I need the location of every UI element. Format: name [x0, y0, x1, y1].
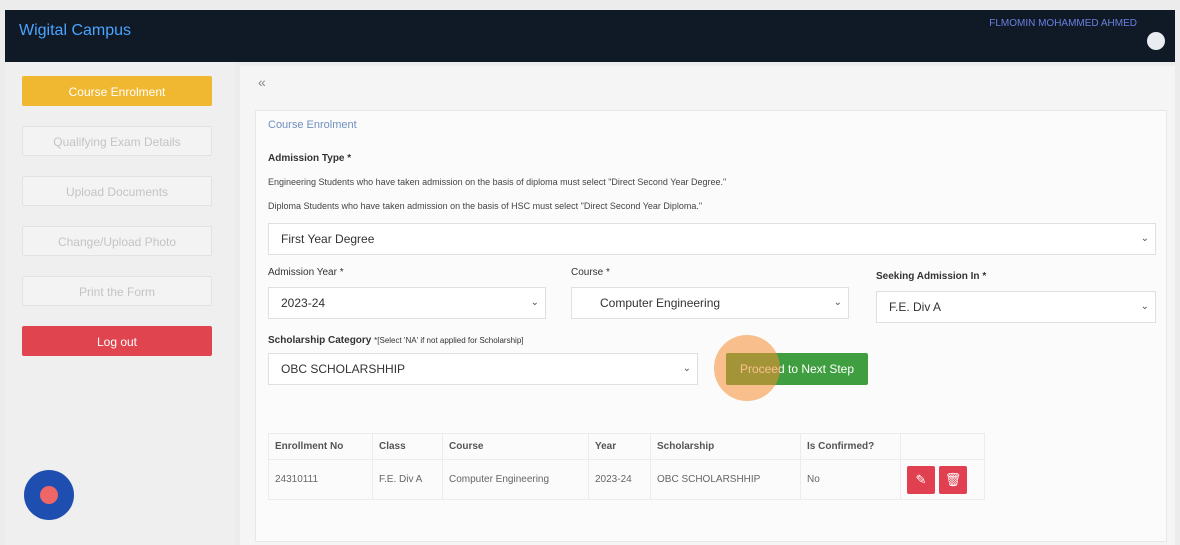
chat-launcher-button[interactable] — [24, 470, 74, 520]
column-header: Course — [442, 433, 589, 460]
scholarship-value: OBC SCHOLARSHHIP — [281, 362, 406, 376]
admission-year-select[interactable]: 2023-24 ⌄ — [268, 287, 546, 319]
seeking-admission-select[interactable]: F.E. Div A ⌄ — [876, 291, 1156, 323]
table-cell: No — [800, 459, 901, 500]
admission-type-hint-1: Engineering Students who have taken admi… — [268, 177, 727, 187]
column-header: Scholarship — [650, 433, 801, 460]
column-header — [900, 433, 985, 460]
chevron-down-icon: ⌄ — [833, 297, 842, 308]
main-content: « Course Enrolment Admission Type * Engi… — [240, 66, 1175, 545]
admission-type-value: First Year Degree — [281, 232, 375, 246]
user-avatar-icon[interactable] — [1147, 32, 1165, 50]
sidebar-item-change-upload-photo[interactable]: Change/Upload Photo — [22, 226, 212, 256]
admission-type-hint-2: Diploma Students who have taken admissio… — [268, 201, 703, 211]
brand-logo[interactable]: Wigital Campus — [19, 22, 131, 40]
top-navbar: Wigital Campus FLMOMIN MOHAMMED AHMED — [5, 10, 1175, 62]
sidebar-item-course-enrolment[interactable]: Course Enrolment — [22, 76, 212, 106]
chevron-down-icon: ⌄ — [530, 297, 539, 308]
chevron-down-icon: ⌄ — [1140, 301, 1149, 312]
course-label: Course * — [571, 267, 610, 278]
chevron-down-icon: ⌄ — [682, 363, 691, 374]
column-header: Year — [588, 433, 651, 460]
scholarship-note: *[Select 'NA' if not applied for Scholar… — [374, 336, 524, 345]
course-select[interactable]: Computer Engineering ⌄ — [571, 287, 849, 319]
table-cell: OBC SCHOLARSHHIP — [650, 459, 801, 500]
proceed-to-next-step-button[interactable]: Proceed to Next Step — [726, 353, 868, 385]
chat-icon — [40, 486, 58, 504]
course-enrolment-panel: Course Enrolment Admission Type * Engine… — [255, 110, 1167, 542]
scholarship-label-text: Scholarship Category — [268, 335, 372, 346]
admission-type-select[interactable]: First Year Degree ⌄ — [268, 223, 1156, 255]
table-header-row: Enrollment No Class Course Year Scholars… — [268, 433, 985, 460]
table-actions: ✎ 🗑 — [900, 459, 985, 500]
table-row: 24310111 F.E. Div A Computer Engineering… — [268, 459, 985, 500]
table-cell: Computer Engineering — [442, 459, 589, 500]
admission-year-value: 2023-24 — [281, 296, 326, 310]
course-value: Computer Engineering — [600, 296, 721, 310]
column-header: Is Confirmed? — [800, 433, 901, 460]
trash-icon[interactable]: 🗑 — [939, 465, 967, 494]
admission-year-label: Admission Year * — [268, 267, 344, 278]
column-header: Enrollment No — [268, 433, 373, 460]
scholarship-select[interactable]: OBC SCHOLARSHHIP ⌄ — [268, 353, 698, 385]
sidebar-item-upload-documents[interactable]: Upload Documents — [22, 176, 212, 206]
sidebar-item-qualifying-exam-details[interactable]: Qualifying Exam Details — [22, 126, 212, 156]
table-cell: 2023-24 — [588, 459, 651, 500]
chevron-down-icon: ⌄ — [1140, 233, 1149, 244]
user-name: FLMOMIN MOHAMMED AHMED — [989, 18, 1137, 29]
logout-button[interactable]: Log out — [22, 326, 212, 356]
sidebar-item-print-the-form[interactable]: Print the Form — [22, 276, 212, 306]
collapse-sidebar-icon[interactable]: « — [258, 74, 266, 90]
enrollment-table: Enrollment No Class Course Year Scholars… — [268, 433, 985, 500]
admission-type-label: Admission Type * — [268, 153, 352, 164]
table-cell: F.E. Div A — [372, 459, 443, 500]
seeking-admission-label: Seeking Admission In * — [876, 271, 987, 282]
panel-title: Course Enrolment — [268, 119, 357, 131]
scholarship-label: Scholarship Category *[Select 'NA' if no… — [268, 335, 524, 346]
table-cell: 24310111 — [268, 459, 373, 500]
seeking-admission-value: F.E. Div A — [889, 300, 942, 314]
edit-icon[interactable]: ✎ — [907, 465, 935, 494]
column-header: Class — [372, 433, 443, 460]
